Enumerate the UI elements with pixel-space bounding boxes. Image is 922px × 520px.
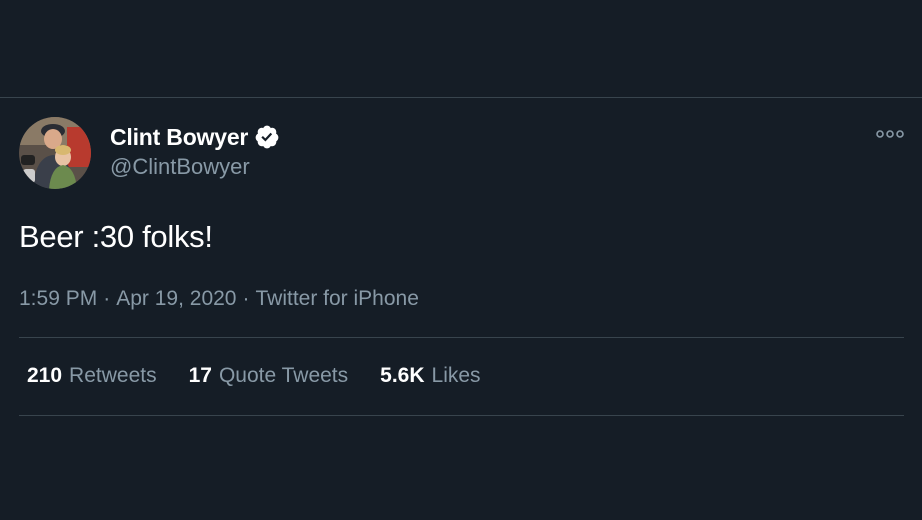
stats-divider xyxy=(19,415,904,416)
tweet-date[interactable]: Apr 19, 2020 xyxy=(116,287,236,310)
tweet-metadata: 1:59 PM · Apr 19, 2020 · Twitter for iPhone xyxy=(19,287,419,311)
tweet-text: Beer :30 folks! xyxy=(19,219,213,254)
header-divider xyxy=(0,97,922,98)
likes-count: 5.6K xyxy=(380,364,425,387)
quote-tweets-stat[interactable]: 17 Quote Tweets xyxy=(189,364,349,388)
more-options-icon[interactable] xyxy=(876,126,904,142)
tweet-source[interactable]: Twitter for iPhone xyxy=(255,287,418,310)
verified-badge-icon xyxy=(254,124,280,150)
likes-label: Likes xyxy=(431,364,481,387)
user-handle[interactable]: @ClintBowyer xyxy=(110,154,250,180)
engagement-stats: 210 Retweets 17 Quote Tweets 5.6K Likes xyxy=(27,364,513,388)
quote-tweets-count: 17 xyxy=(188,364,212,387)
likes-stat[interactable]: 5.6K Likes xyxy=(380,364,480,388)
user-name-row[interactable]: Clint Bowyer xyxy=(110,122,280,152)
retweets-stat[interactable]: 210 Retweets xyxy=(27,364,157,388)
metadata-divider xyxy=(19,337,904,338)
retweets-count: 210 xyxy=(27,364,63,387)
tweet-time[interactable]: 1:59 PM xyxy=(19,287,97,310)
avatar-photo xyxy=(19,117,91,189)
display-name[interactable]: Clint Bowyer xyxy=(110,124,248,151)
meta-separator: · xyxy=(242,287,250,310)
avatar[interactable] xyxy=(19,117,91,189)
tweet-detail-page: Clint Bowyer @ClintBowyer Beer :30 folks… xyxy=(0,0,922,520)
retweets-label: Retweets xyxy=(69,364,157,387)
meta-separator: · xyxy=(103,287,111,310)
quote-tweets-label: Quote Tweets xyxy=(218,364,349,387)
